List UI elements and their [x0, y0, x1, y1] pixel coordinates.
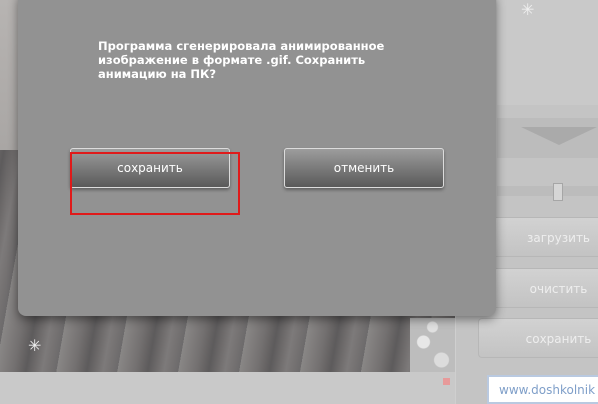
side-panel-header	[497, 0, 598, 105]
dialog-message: Программа сгенерировала анимированное из…	[98, 39, 385, 81]
site-url-text: www.doshkolnik	[487, 375, 598, 404]
resize-handle	[443, 378, 450, 385]
load-button: загрузить	[478, 217, 598, 257]
cancel-button[interactable]: отменить	[284, 148, 444, 188]
triangle-down-icon	[521, 127, 597, 145]
speed-slider-thumb	[553, 183, 563, 201]
lace-decoration	[410, 318, 455, 378]
clear-button: очистить	[478, 268, 598, 308]
speed-slider-track	[497, 186, 598, 196]
sparkle-icon: ✳	[28, 336, 42, 355]
save-button[interactable]: сохранить	[70, 148, 230, 188]
photo-bottom-strip	[0, 372, 455, 404]
side-save-button: сохранить	[478, 318, 598, 358]
sparkle-icon: ✳	[521, 0, 535, 19]
save-gif-dialog: Программа сгенерировала анимированное из…	[18, 0, 496, 316]
